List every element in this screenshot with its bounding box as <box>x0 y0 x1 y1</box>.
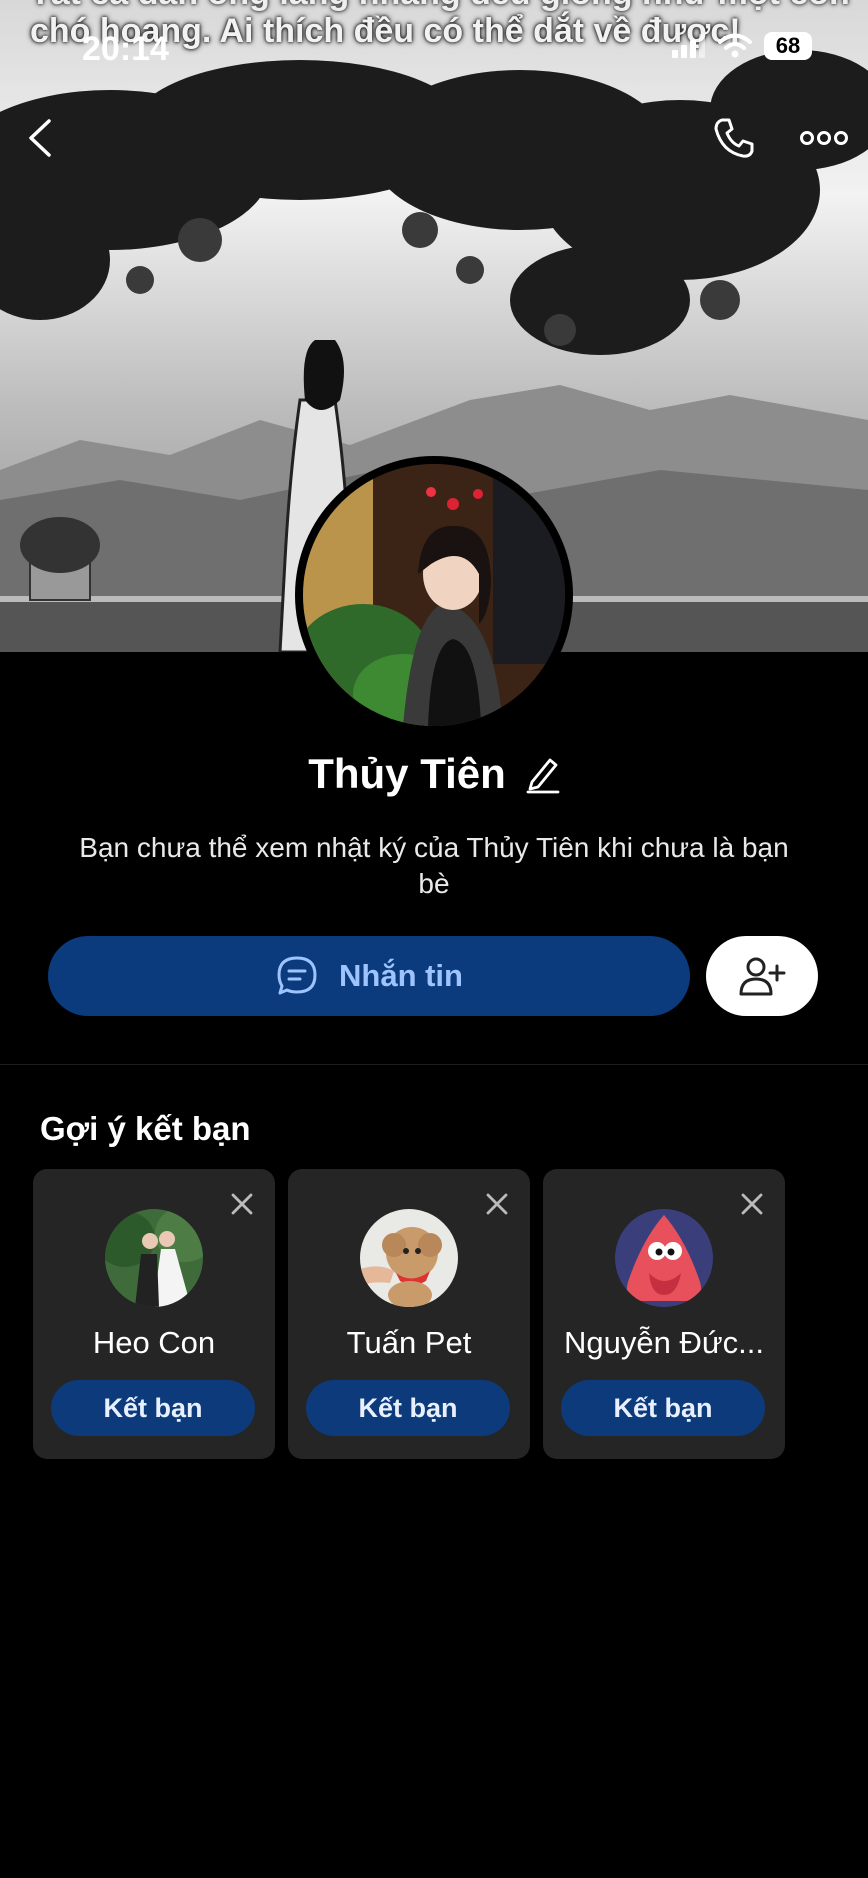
battery-indicator: 68 <box>764 32 812 60</box>
profile-name: Thủy Tiên <box>308 750 506 797</box>
signal-icon <box>672 34 705 58</box>
back-button[interactable] <box>14 112 66 164</box>
add-friend-button[interactable] <box>706 936 818 1016</box>
profile-avatar-photo <box>303 464 565 726</box>
profile-avatar[interactable] <box>295 456 573 734</box>
friend-suggestions-title: Gợi ý kết bạn <box>40 1110 251 1147</box>
wifi-icon <box>718 33 752 58</box>
message-button-label: Nhắn tin <box>339 958 463 993</box>
add-friend-button[interactable]: Kết bạn <box>561 1380 765 1436</box>
suggestion-avatar[interactable] <box>615 1209 713 1307</box>
add-friend-button[interactable]: Kết bạn <box>51 1380 255 1436</box>
avatar-image <box>303 464 565 726</box>
suggestion-card[interactable]: Heo Con Kết bạn <box>33 1169 275 1459</box>
add-friend-button[interactable]: Kết bạn <box>306 1380 510 1436</box>
close-icon[interactable] <box>229 1191 255 1217</box>
suggestion-name: Nguyễn Đức... <box>564 1325 764 1360</box>
avatar-image <box>615 1209 713 1307</box>
edit-pencil-icon[interactable] <box>524 754 560 794</box>
status-bar: 20:14 68 <box>0 0 868 90</box>
close-icon[interactable] <box>484 1191 510 1217</box>
diary-privacy-note: Bạn chưa thể xem nhật ký của Thủy Tiên k… <box>79 832 789 899</box>
section-divider <box>0 1064 868 1065</box>
suggestion-card[interactable]: Tuấn Pet Kết bạn <box>288 1169 530 1459</box>
suggestion-name: Heo Con <box>92 1325 216 1360</box>
chevron-left-icon <box>29 119 51 157</box>
phone-icon <box>714 118 754 158</box>
more-options-button[interactable] <box>798 112 850 164</box>
message-button[interactable]: Nhắn tin <box>48 936 690 1016</box>
suggestion-avatar[interactable] <box>360 1209 458 1307</box>
call-button[interactable] <box>708 112 760 164</box>
chat-bubble-icon <box>277 956 317 995</box>
add-user-icon <box>739 957 786 996</box>
avatar-image <box>360 1209 458 1307</box>
status-icons: 68 <box>672 32 812 60</box>
profile-name-row: Thủy Tiên <box>0 750 868 798</box>
close-icon[interactable] <box>739 1191 765 1217</box>
avatar-image <box>105 1209 203 1307</box>
suggestion-card[interactable]: Nguyễn Đức... Kết bạn <box>543 1169 785 1459</box>
more-horizontal-icon <box>800 131 848 145</box>
suggestion-name: Tuấn Pet <box>346 1325 472 1360</box>
status-time: 20:14 <box>82 30 169 68</box>
suggestion-avatar[interactable] <box>105 1209 203 1307</box>
